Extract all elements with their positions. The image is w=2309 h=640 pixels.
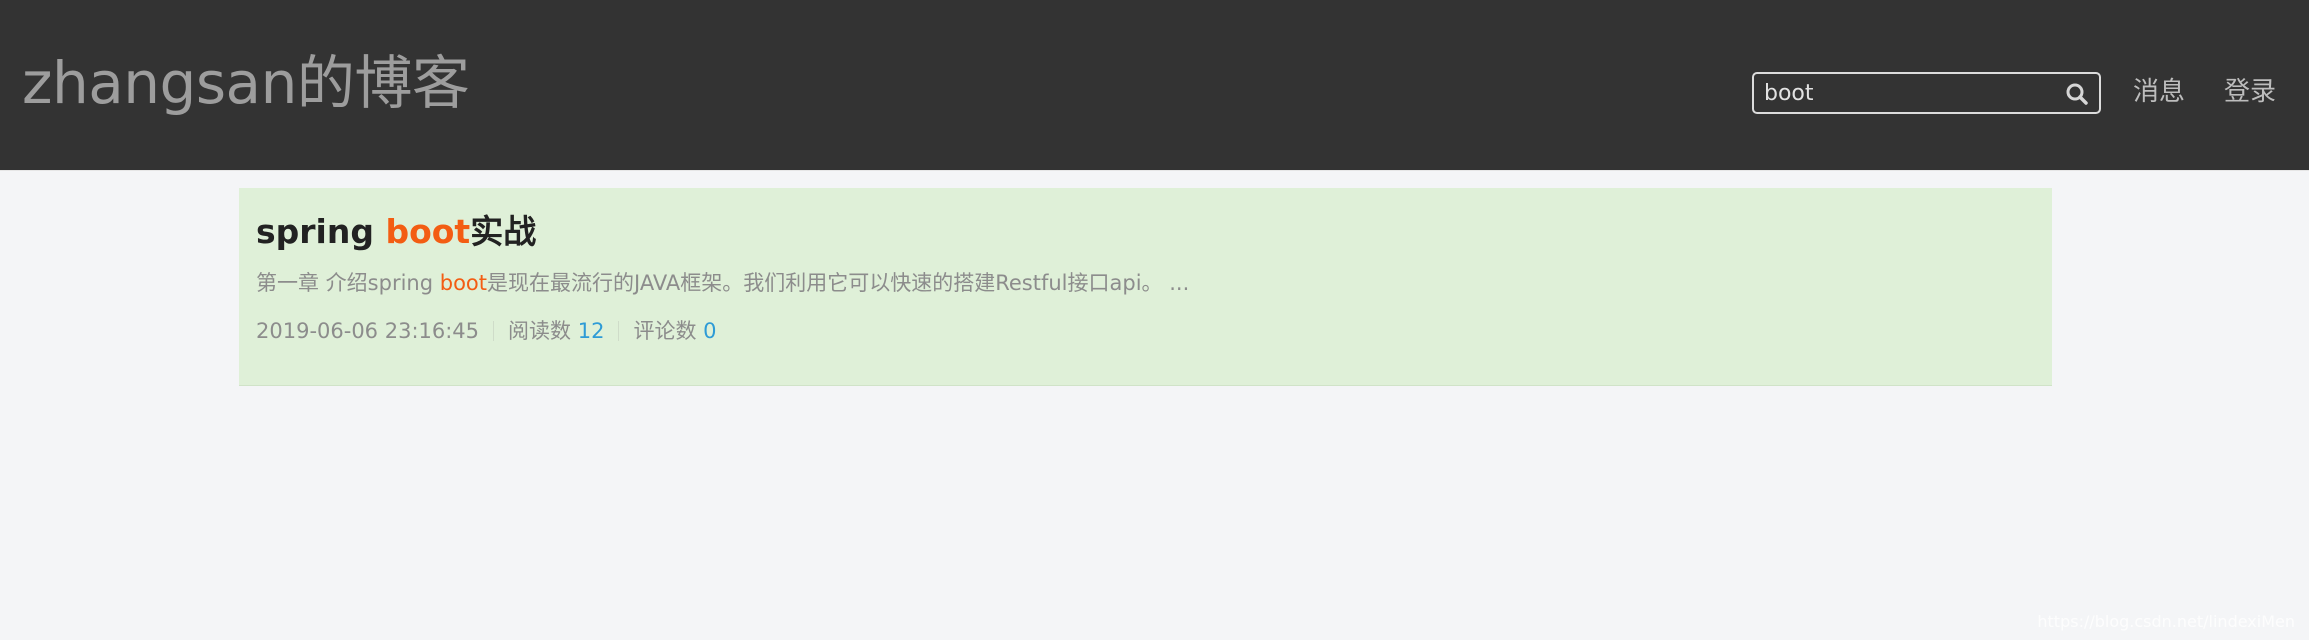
post-title-prefix: spring <box>256 212 386 251</box>
post-summary-prefix: 第一章 介绍spring <box>256 271 440 295</box>
meta-divider <box>618 321 620 341</box>
read-count-label: 阅读数 <box>508 319 578 343</box>
top-navbar: zhangsan的博客 消息 登录 <box>0 0 2309 171</box>
comment-count[interactable]: 0 <box>703 319 716 343</box>
post-meta: 2019-06-06 23:16:45 阅读数 12 评论数 0 <box>256 316 717 346</box>
watermark-text: https://blog.csdn.net/lindexiMen <box>2037 612 2295 631</box>
post-summary: 第一章 介绍spring boot是现在最流行的JAVA框架。我们利用它可以快速… <box>256 268 1189 298</box>
blog-brand[interactable]: zhangsan的博客 <box>22 48 470 118</box>
search-input[interactable] <box>1764 78 2054 108</box>
search-icon[interactable] <box>2065 82 2089 106</box>
search-result-card: spring boot实战 第一章 介绍spring boot是现在最流行的JA… <box>239 188 2052 386</box>
post-title-suffix: 实战 <box>470 212 537 251</box>
post-title-link[interactable]: spring boot实战 <box>256 210 536 254</box>
post-title-highlight: boot <box>385 212 471 251</box>
nav-login-link[interactable]: 登录 <box>2224 73 2276 111</box>
post-summary-highlight: boot <box>439 271 487 295</box>
comment-count-label: 评论数 <box>633 319 704 343</box>
meta-divider <box>493 321 495 341</box>
read-count: 12 <box>577 319 605 343</box>
post-date: 2019-06-06 23:16:45 <box>256 319 480 343</box>
post-summary-suffix: 是现在最流行的JAVA框架。我们利用它可以快速的搭建Restful接口api。 … <box>487 271 1190 295</box>
search-box[interactable] <box>1752 72 2101 114</box>
nav-messages-link[interactable]: 消息 <box>2133 73 2185 111</box>
